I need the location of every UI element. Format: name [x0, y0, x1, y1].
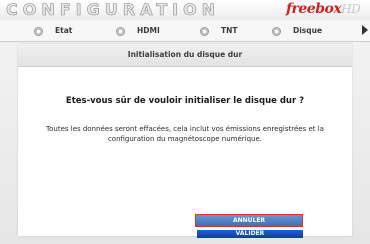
- tab-disque[interactable]: Disque: [272, 24, 322, 38]
- tab-hdmi[interactable]: HDMI: [116, 24, 160, 38]
- disc-icon: [272, 26, 281, 36]
- freebox-logo: freeboxHD: [286, 1, 361, 17]
- dialog-header: Initialisation du disque dur: [18, 44, 352, 67]
- tab-next-arrow-icon[interactable]: [362, 25, 368, 35]
- disc-icon: [116, 26, 125, 36]
- tab-bar: Etat HDMI TNT Disque: [0, 21, 370, 42]
- warning-text: Toutes les données seront effacées, cela…: [46, 125, 324, 143]
- tab-label: TNT: [221, 26, 238, 35]
- brand-name: freebox: [286, 1, 342, 17]
- tab-tnt[interactable]: TNT: [200, 24, 238, 38]
- brand-suffix: HD: [341, 2, 361, 16]
- page-title: CONFIGURATION: [6, 0, 221, 19]
- tab-label: Etat: [55, 26, 73, 35]
- config-screen: CONFIGURATION freeboxHD Etat HDMI TNT Di…: [0, 0, 370, 244]
- tab-etat[interactable]: Etat: [34, 24, 72, 38]
- confirmation-question: Etes-vous sûr de vouloir initialiser le …: [65, 96, 305, 106]
- tab-label: Disque: [293, 26, 323, 35]
- disc-icon: [34, 26, 43, 36]
- dialog-panel: Initialisation du disque dur Etes-vous s…: [18, 44, 352, 238]
- title-bar: CONFIGURATION freeboxHD: [0, 0, 370, 20]
- cancel-button[interactable]: ANNULER: [195, 214, 303, 227]
- dialog-title: Initialisation du disque dur: [127, 50, 243, 59]
- tab-label: HDMI: [137, 26, 160, 35]
- disc-icon: [200, 26, 209, 36]
- validate-button[interactable]: VALIDER: [197, 230, 303, 238]
